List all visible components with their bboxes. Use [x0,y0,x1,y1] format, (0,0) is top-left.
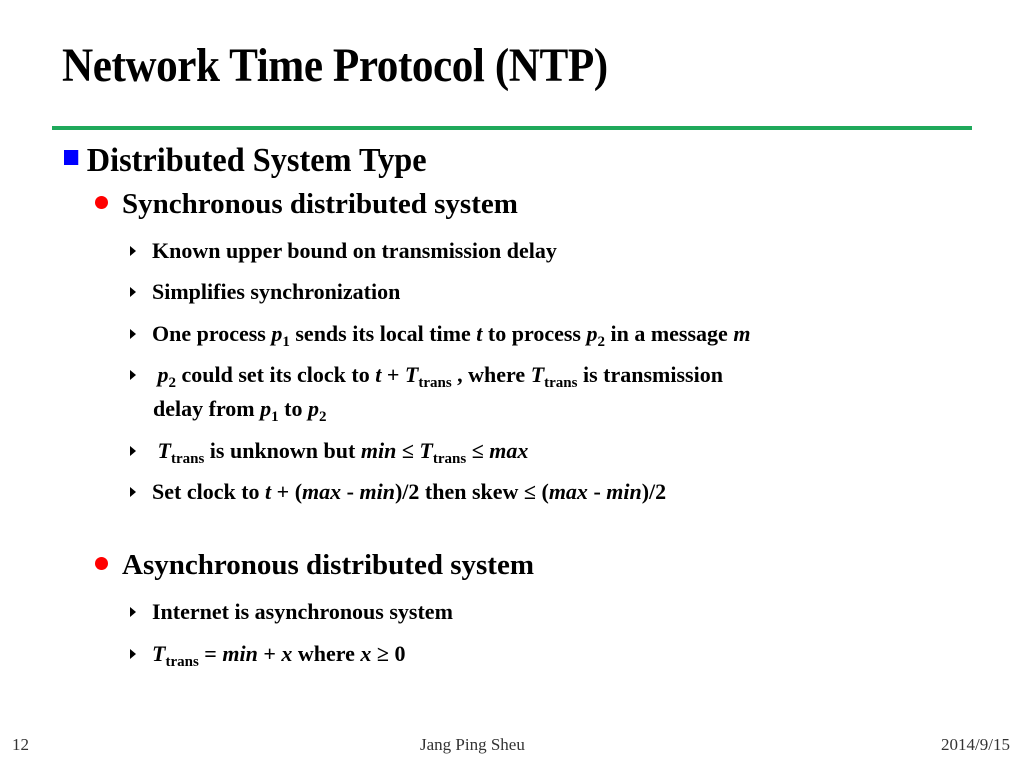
page-number: 12 [12,735,29,754]
sync-item-5: Ttrans is unknown but min ≤ Ttrans ≤ max [130,434,528,468]
async-item-1: Internet is asynchronous system [130,595,453,629]
text: + [257,641,282,666]
triangle-bullet-icon [130,370,136,380]
triangle-bullet-icon [130,287,136,297]
triangle-bullet-icon [130,607,136,617]
var-p: p [307,396,319,421]
sync-item-6: Set clock to t + (max - min)/2 then skew… [130,475,666,509]
async-label: Asynchronous distributed system [122,549,534,581]
sub: 2 [168,375,177,391]
text: One process [152,321,272,346]
var-min: min [360,438,397,463]
var-p: p [271,321,283,346]
text: ≥ 0 [371,641,406,666]
heading-text: Distributed System Type [86,142,427,179]
circle-bullet-icon [95,196,108,209]
var-max: max [548,479,588,504]
sub: trans [170,451,205,467]
text: is unknown but [204,438,361,463]
text: sends its local time [289,321,477,346]
text: = [198,641,223,666]
item-text: Internet is asynchronous system [152,599,453,624]
text: + ( [271,479,303,504]
sync-label: Synchronous distributed system [122,188,518,220]
triangle-bullet-icon [130,446,136,456]
sub: trans [165,654,199,670]
text: Set clock to [152,479,266,504]
sub: 2 [597,334,605,350]
footer-date: 2014/9/15 [941,735,1010,754]
text: , where [451,362,531,387]
async-item-2: Ttrans = min + x where x ≥ 0 [130,637,405,671]
bullet-async-system: Asynchronous distributed system [95,549,534,582]
var-p: p [260,396,272,421]
var-x: x [281,641,293,666]
var-T: T [152,641,166,666]
var-m: m [733,321,751,346]
text: could set its clock to [176,362,376,387]
text: - [587,479,607,504]
footer-author: Jang Ping Sheu [420,735,525,754]
var-x: x [360,641,372,666]
var-min: min [606,479,642,504]
bullet-sync-system: Synchronous distributed system [95,188,518,221]
slide-title: Network Time Protocol (NTP) [62,39,608,92]
triangle-bullet-icon [130,329,136,339]
sub: 1 [282,334,290,350]
text: to [278,396,308,421]
text: )/2 then skew ≤ ( [394,479,549,504]
var-T: T [404,362,419,387]
sync-item-1: Known upper bound on transmission delay [130,234,557,268]
sync-item-3: One process p1 sends its local time t to… [130,317,750,351]
square-bullet-icon [64,150,79,165]
text: + [381,362,405,387]
sub: 2 [318,409,327,425]
text: ≤ [466,438,490,463]
text: - [341,479,360,504]
item-text: Known upper bound on transmission delay [152,238,557,263]
triangle-bullet-icon [130,649,136,659]
var-p: p [586,321,598,346]
var-T: T [157,438,171,463]
var-max: max [489,438,529,463]
text: ≤ [396,438,420,463]
sync-item-4: p2 could set its clock to t + Ttrans , w… [130,358,723,426]
var-T: T [530,362,545,387]
sub: trans [432,451,467,467]
sub: trans [418,375,452,391]
var-min: min [222,641,258,666]
text: is transmission [577,362,723,387]
sub: trans [544,375,578,391]
var-max: max [302,479,342,504]
continuation-line: delay from p1 to p2 [130,392,723,426]
var-p: p [157,362,169,387]
text: in a message [604,321,734,346]
circle-bullet-icon [95,557,108,570]
text: where [292,641,361,666]
bullet-level1-heading: Distributed System Type [64,142,427,180]
sub: 1 [271,409,279,425]
text: delay from [153,396,261,421]
sync-item-2: Simplifies synchronization [130,275,400,309]
text: to process [482,321,587,346]
text: )/2 [641,479,667,504]
triangle-bullet-icon [130,246,136,256]
triangle-bullet-icon [130,487,136,497]
title-divider [52,126,972,130]
var-min: min [359,479,395,504]
var-T: T [419,438,433,463]
item-text: Simplifies synchronization [152,279,401,304]
